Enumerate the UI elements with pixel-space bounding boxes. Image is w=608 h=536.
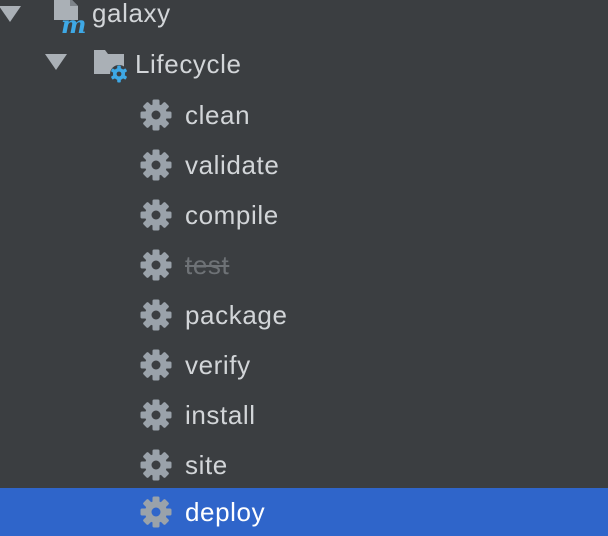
gear-icon [140, 496, 172, 528]
lifecycle-phase-test[interactable]: test [0, 241, 608, 289]
lifecycle-phase-install[interactable]: install [0, 391, 608, 439]
gear-icon [140, 249, 172, 281]
phase-label: clean [185, 100, 251, 130]
gear-icon [140, 199, 172, 231]
phase-label: deploy [185, 497, 266, 527]
lifecycle-phase-package[interactable]: package [0, 291, 608, 339]
phase-label: install [185, 400, 256, 430]
gear-icon [140, 149, 172, 181]
maven-module-icon: m [54, 0, 86, 36]
gear-icon [140, 399, 172, 431]
phase-label: verify [185, 350, 251, 380]
lifecycle-phase-verify[interactable]: verify [0, 341, 608, 389]
gear-icon [140, 299, 172, 331]
lifecycle-phase-site[interactable]: site [0, 441, 608, 489]
tree-node-lifecycle[interactable]: Lifecycle [0, 40, 608, 88]
phase-label: package [185, 300, 288, 330]
expand-arrow-icon[interactable] [45, 54, 67, 70]
gear-icon [140, 449, 172, 481]
phase-label: compile [185, 200, 279, 230]
lifecycle-phase-validate[interactable]: validate [0, 141, 608, 189]
gear-icon [140, 99, 172, 131]
lifecycle-phase-compile[interactable]: compile [0, 191, 608, 239]
expand-arrow-icon[interactable] [0, 6, 21, 22]
tree-node-label: galaxy [92, 0, 171, 28]
gear-icon [140, 349, 172, 381]
svg-text:m: m [61, 10, 86, 36]
phase-label: test [185, 250, 230, 280]
lifecycle-phase-deploy[interactable]: deploy [0, 488, 608, 536]
phase-label: site [185, 450, 228, 480]
lifecycle-tree: m galaxy Lifecycle clean validate compil… [0, 0, 608, 536]
lifecycle-phase-clean[interactable]: clean [0, 91, 608, 139]
tree-node-label: Lifecycle [135, 49, 242, 79]
folder-gear-icon [94, 50, 128, 83]
phase-label: validate [185, 150, 280, 180]
tree-node-galaxy[interactable]: m galaxy [0, 0, 608, 40]
